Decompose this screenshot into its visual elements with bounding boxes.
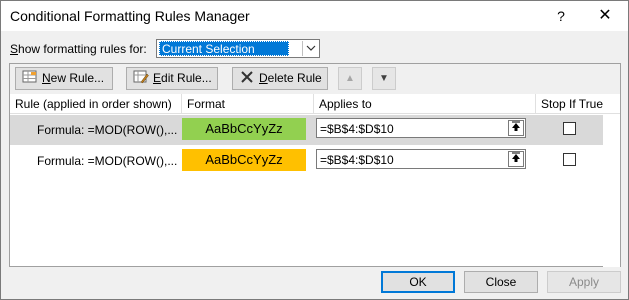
dialog-window: Conditional Formatting Rules Manager ? ✕… <box>0 0 629 300</box>
arrow-down-icon: ▼ <box>379 73 389 84</box>
delete-rule-button[interactable]: Delete Rule <box>232 67 328 90</box>
header-applies-to: Applies to <box>314 94 536 114</box>
applies-to-field[interactable]: =$B$4:$D$10 <box>316 118 526 138</box>
delete-x-icon <box>239 70 255 84</box>
header-rule: Rule (applied in order shown) <box>10 94 182 114</box>
rule-description: Formula: =MOD(ROW(),... <box>37 123 178 137</box>
applies-to-field[interactable]: =$B$4:$D$10 <box>316 149 526 169</box>
rules-grid-header: Rule (applied in order shown) Format App… <box>10 94 620 114</box>
help-icon[interactable]: ? <box>549 5 573 27</box>
ok-button[interactable]: OK <box>381 271 455 293</box>
show-rules-label: Show formatting rules for: <box>10 42 147 56</box>
new-rule-label: New Rule... <box>42 71 105 85</box>
rule-row[interactable]: Formula: =MOD(ROW(),... AaBbCcYyZz =$B$4… <box>10 115 603 145</box>
arrow-up-icon: ▲ <box>345 73 355 84</box>
format-preview: AaBbCcYyZz <box>182 118 306 140</box>
format-preview: AaBbCcYyZz <box>182 149 306 171</box>
stop-if-true-checkbox[interactable] <box>563 153 576 166</box>
apply-button[interactable]: Apply <box>547 271 621 293</box>
close-button[interactable]: Close <box>464 271 538 293</box>
chevron-down-icon[interactable] <box>302 41 318 56</box>
show-rules-selected-value: Current Selection <box>159 41 289 56</box>
rules-toolbar: New Rule... Edit Rule... Delete Rule ▲ ▼ <box>10 64 620 94</box>
new-rule-button[interactable]: New Rule... <box>15 67 113 90</box>
rule-row[interactable]: Formula: =MOD(ROW(),... AaBbCcYyZz =$B$4… <box>10 146 603 176</box>
rule-description: Formula: =MOD(ROW(),... <box>37 154 178 168</box>
header-stop-if-true: Stop If True <box>541 97 604 111</box>
stop-if-true-checkbox[interactable] <box>563 122 576 135</box>
grid-scroll-area <box>603 115 620 267</box>
close-icon[interactable]: ✕ <box>593 5 617 27</box>
delete-rule-label: Delete Rule <box>259 71 322 85</box>
new-rule-icon <box>22 70 38 84</box>
edit-rule-label: Edit Rule... <box>153 71 212 85</box>
move-up-button[interactable]: ▲ <box>338 67 362 90</box>
dialog-title: Conditional Formatting Rules Manager <box>10 8 250 24</box>
edit-rule-icon <box>133 70 149 84</box>
edit-rule-button[interactable]: Edit Rule... <box>126 67 218 90</box>
rules-panel: New Rule... Edit Rule... Delete Rule ▲ ▼… <box>9 63 621 267</box>
show-rules-dropdown[interactable]: Current Selection <box>156 39 320 58</box>
applies-to-value: =$B$4:$D$10 <box>320 153 394 167</box>
title-bar: Conditional Formatting Rules Manager ? ✕ <box>1 1 628 31</box>
range-collapse-icon[interactable] <box>508 151 524 167</box>
range-collapse-icon[interactable] <box>508 120 524 136</box>
header-format: Format <box>182 94 314 114</box>
move-down-button[interactable]: ▼ <box>372 67 396 90</box>
applies-to-value: =$B$4:$D$10 <box>320 122 394 136</box>
